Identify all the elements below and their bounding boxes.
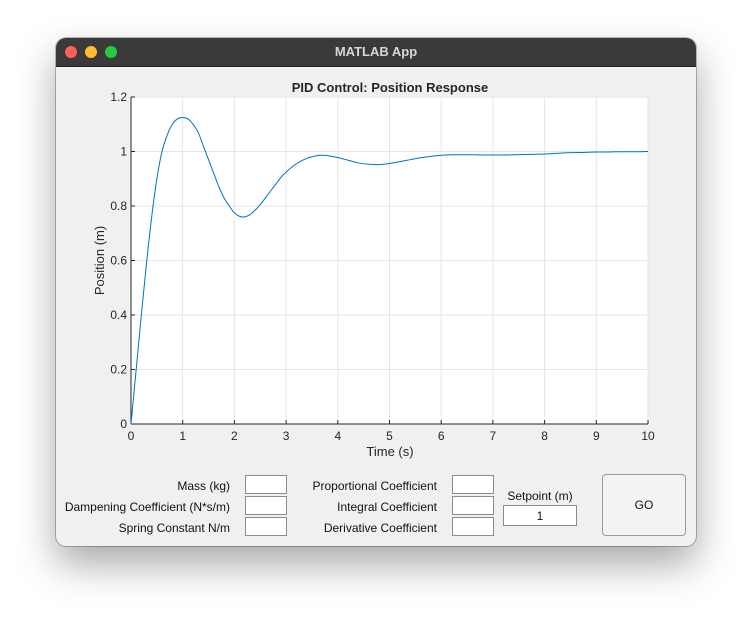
x-tick-label: 8 bbox=[541, 429, 548, 443]
y-axis-label: Position (m) bbox=[92, 226, 107, 295]
y-tick-label: 0 bbox=[120, 417, 127, 431]
x-tick-label: 7 bbox=[490, 429, 497, 443]
x-tick-label: 5 bbox=[386, 429, 393, 443]
x-tick-label: 0 bbox=[128, 429, 135, 443]
x-tick-label: 10 bbox=[641, 429, 655, 443]
chart-title: PID Control: Position Response bbox=[292, 80, 488, 95]
app-window: MATLAB App 0 1 2 3 4 5 6 7 8 9 10 0 0.2 0.4 0.6 0.8 1 1.2… bbox=[56, 38, 696, 546]
x-tick-label: 2 bbox=[231, 429, 238, 443]
integral-label: Integral Coefficient bbox=[337, 500, 437, 514]
title-bar[interactable]: MATLAB App bbox=[56, 38, 696, 67]
setpoint-label: Setpoint (m) bbox=[507, 489, 573, 503]
window-title: MATLAB App bbox=[334, 44, 418, 59]
spring-label: Spring Constant N/m bbox=[118, 521, 230, 535]
y-tick-label: 0.2 bbox=[110, 363, 127, 377]
integral-field[interactable] bbox=[452, 496, 494, 515]
derivative-label: Derivative Coefficient bbox=[323, 521, 437, 535]
setpoint-field[interactable] bbox=[503, 505, 577, 526]
go-button[interactable]: GO bbox=[602, 474, 686, 536]
mass-label: Mass (kg) bbox=[177, 479, 230, 493]
y-tick-label: 0.6 bbox=[110, 254, 127, 268]
y-tick-label: 1.2 bbox=[110, 90, 127, 104]
spring-field[interactable] bbox=[245, 517, 287, 536]
y-tick-label: 0.8 bbox=[110, 199, 127, 213]
proportional-field[interactable] bbox=[452, 475, 494, 494]
derivative-field[interactable] bbox=[452, 517, 494, 536]
y-tick-label: 0.4 bbox=[110, 308, 127, 322]
mass-field[interactable] bbox=[245, 475, 287, 494]
proportional-label: Proportional Coefficient bbox=[312, 479, 437, 493]
x-tick-label: 3 bbox=[283, 429, 290, 443]
x-tick-label: 1 bbox=[179, 429, 186, 443]
x-tick-label: 6 bbox=[438, 429, 445, 443]
y-tick-label: 1 bbox=[120, 145, 127, 159]
damping-label: Dampening Coefficient (N*s/m) bbox=[64, 500, 230, 514]
x-axis-label: Time (s) bbox=[366, 444, 413, 459]
position-response-chart: 0 1 2 3 4 5 6 7 8 9 10 0 0.2 0.4 0.6 0.8 1 1.2 PID Contro… bbox=[92, 80, 655, 459]
damping-field[interactable] bbox=[245, 496, 287, 515]
x-tick-label: 9 bbox=[593, 429, 600, 443]
x-tick-label: 4 bbox=[334, 429, 341, 443]
